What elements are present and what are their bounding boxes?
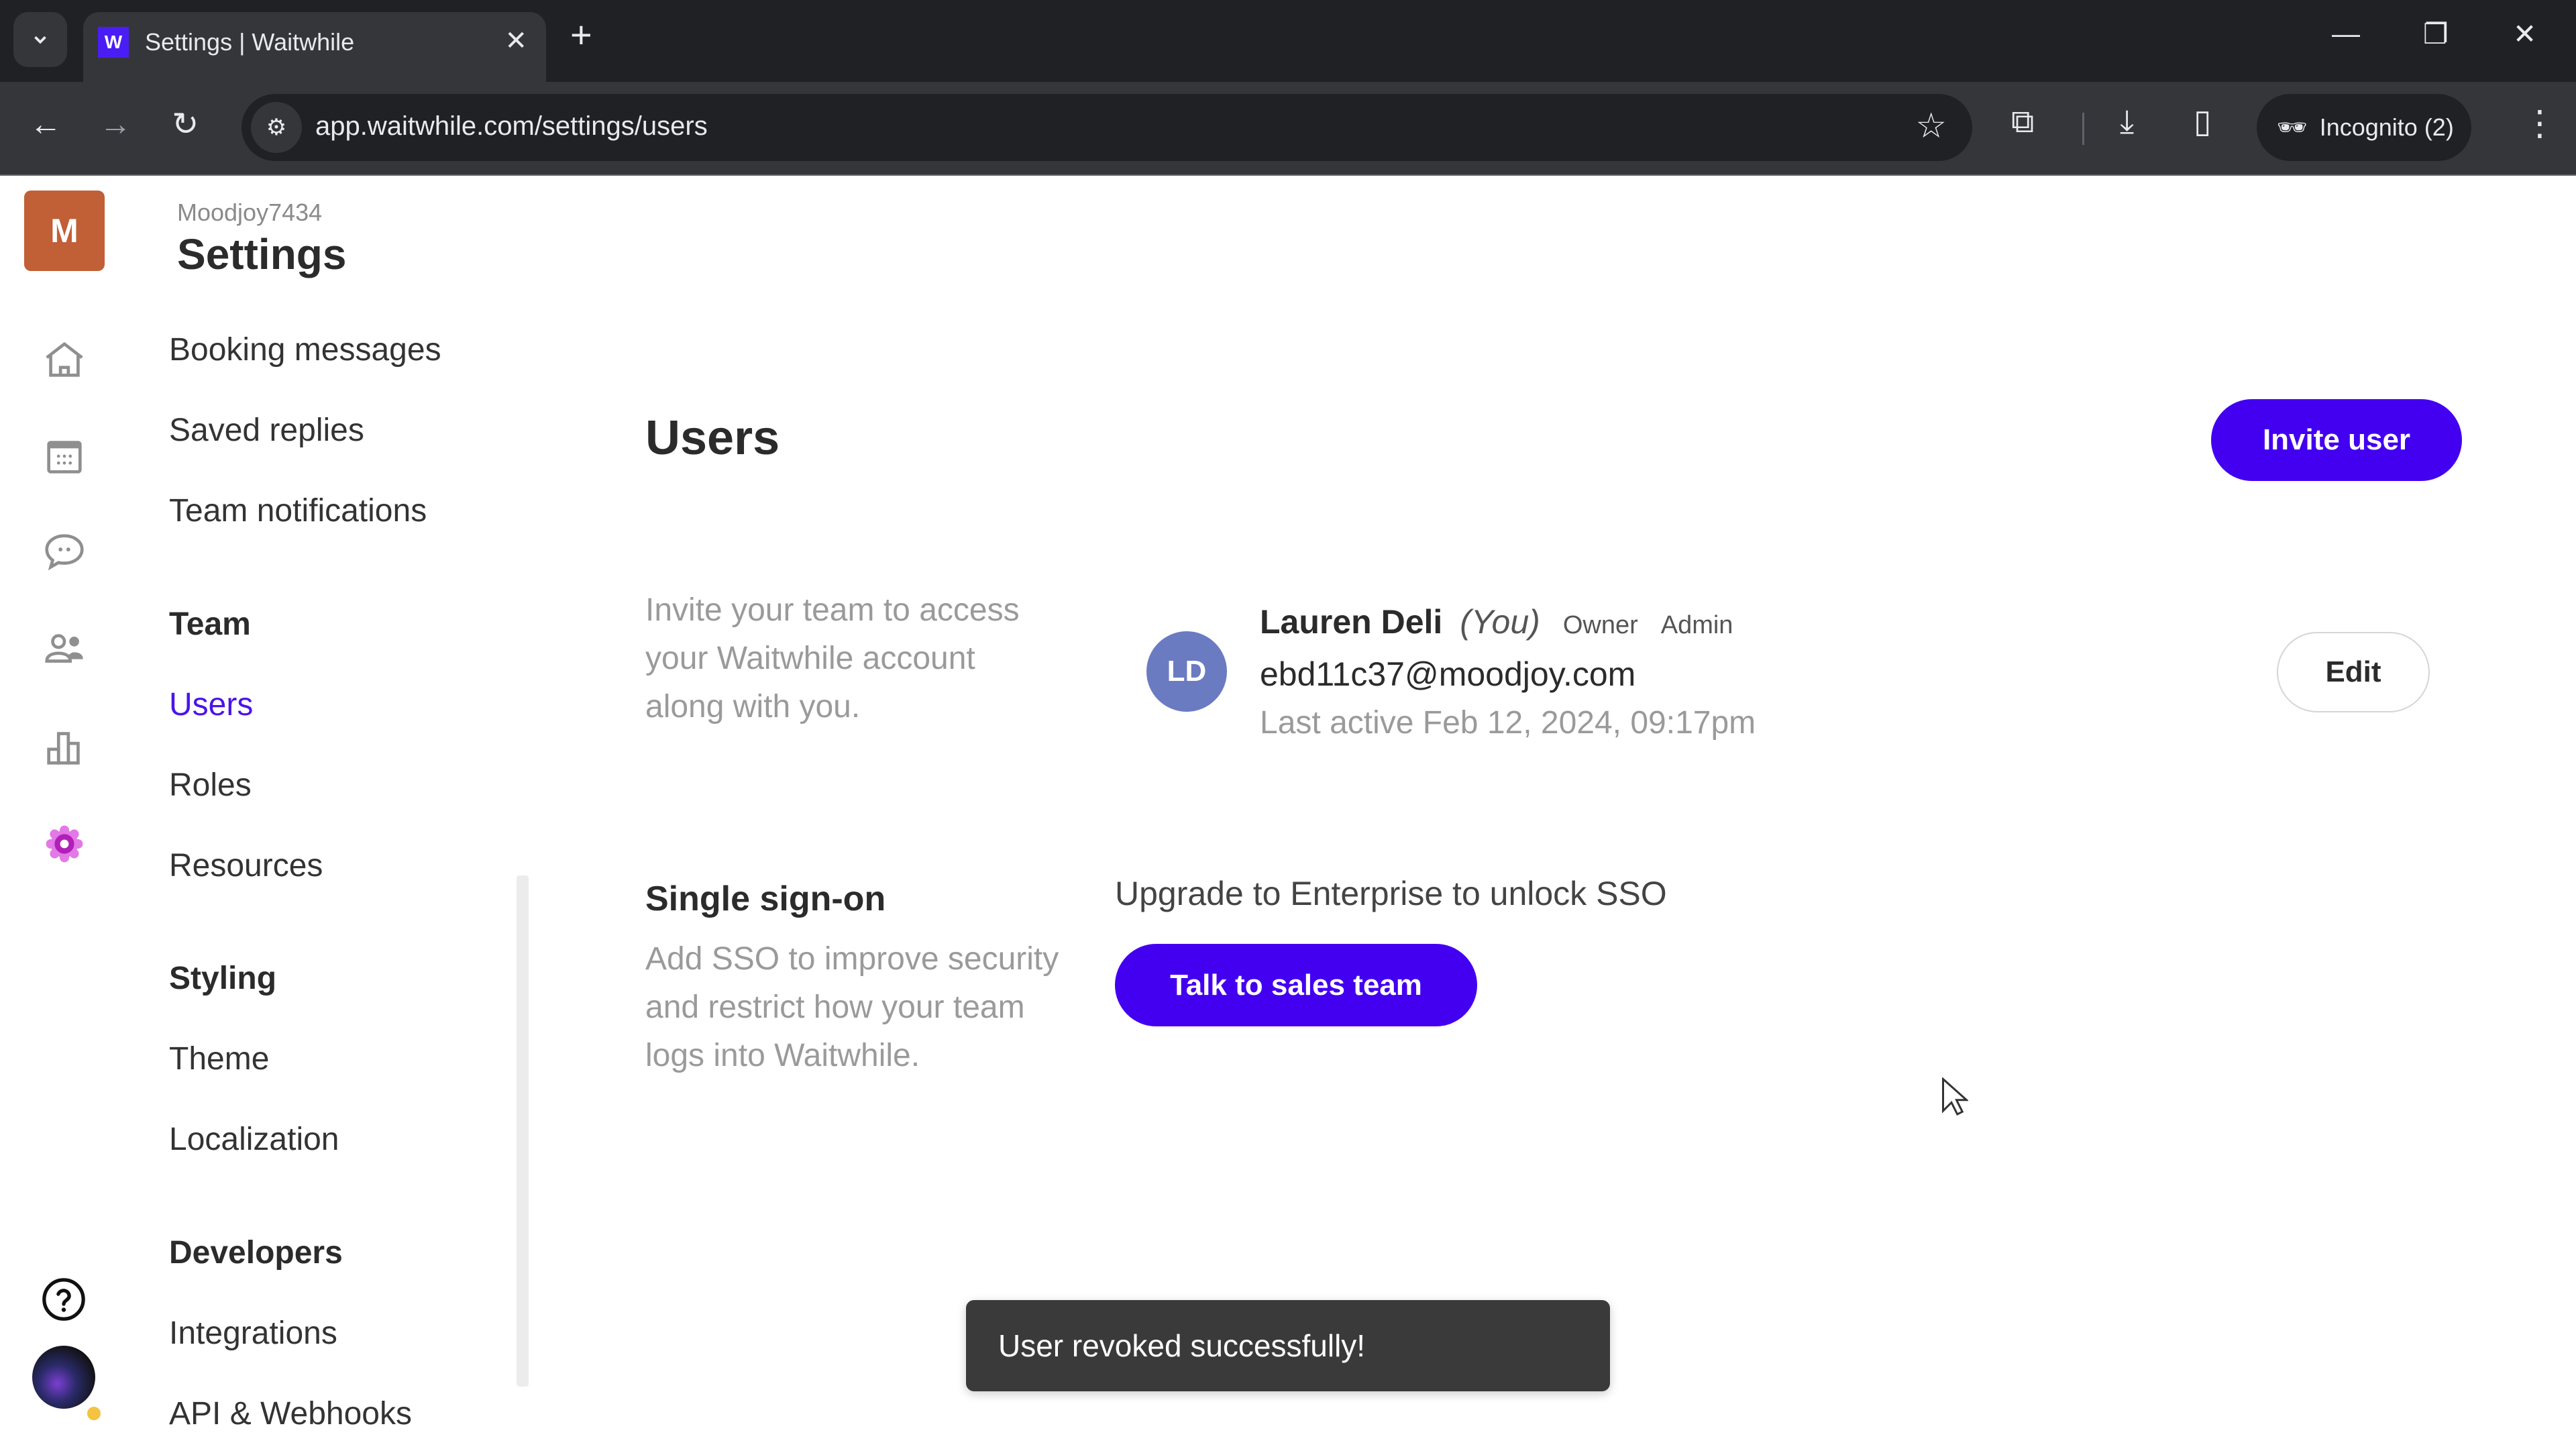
url-text[interactable]: app.waitwhile.com/settings/users [315, 111, 708, 142]
nav-localization[interactable]: Localization [169, 1121, 339, 1158]
extensions-puzzle-icon[interactable]: ⧉ [2011, 106, 2034, 138]
users-icon[interactable] [39, 624, 90, 675]
nav-theme[interactable]: Theme [169, 1040, 269, 1077]
nav-group-team: Team [169, 606, 251, 642]
chat-icon[interactable] [39, 526, 90, 577]
restore-icon[interactable]: ❐ [2423, 17, 2449, 50]
nav-integrations[interactable]: Integrations [169, 1315, 337, 1352]
talk-to-sales-button[interactable]: Talk to sales team [1115, 944, 1477, 1026]
new-tab-plus-icon[interactable]: + [570, 16, 592, 54]
tab-search-button[interactable] [13, 12, 67, 67]
incognito-icon: 🕶 [2277, 113, 2308, 141]
analytics-icon[interactable] [39, 722, 90, 773]
nav-group-developers: Developers [169, 1235, 343, 1271]
nav-booking-messages[interactable]: Booking messages [169, 331, 441, 368]
chevron-down-icon [34, 36, 46, 44]
owner-badge: Owner [1562, 611, 1638, 639]
close-window-icon[interactable]: ✕ [2513, 17, 2536, 50]
forward-arrow-icon[interactable]: → [99, 109, 131, 141]
incognito-indicator[interactable]: 🕶 Incognito (2) [2257, 94, 2471, 161]
nav-api-webhooks[interactable]: API & Webhooks [169, 1395, 412, 1432]
sso-title: Single sign-on [645, 879, 886, 918]
nav-team-notifications[interactable]: Team notifications [169, 492, 427, 529]
tab-title: Settings | Waitwhile [145, 28, 355, 56]
address-bar[interactable]: ⚙ app.waitwhile.com/settings/users ☆ [241, 94, 1972, 161]
page-title: Users [645, 411, 780, 465]
user-name: Lauren Deli [1260, 603, 1443, 641]
toast-message: User revoked successfully! [998, 1328, 1366, 1363]
browser-tab-bar: W Settings | Waitwhile ✕ + — ❐ ✕ [0, 0, 2576, 82]
nav-saved-replies[interactable]: Saved replies [169, 412, 364, 449]
toolbar-divider [2082, 113, 2084, 145]
org-name: Moodjoy7434 [177, 199, 323, 226]
sso-upgrade-text: Upgrade to Enterprise to unlock SSO [1115, 875, 1667, 912]
status-dot [86, 1405, 102, 1421]
close-tab-icon[interactable]: ✕ [504, 25, 527, 56]
edit-user-button[interactable]: Edit [2277, 632, 2430, 712]
bookmark-star-icon[interactable]: ☆ [1915, 106, 1947, 146]
home-icon[interactable] [39, 334, 90, 385]
download-icon[interactable]: ⤓ [2120, 106, 2134, 138]
user-avatar: LD [1146, 631, 1227, 712]
invite-description: Invite your team to access your Waitwhil… [645, 592, 1020, 724]
reload-icon[interactable]: ↻ [172, 109, 199, 141]
waitwhile-favicon-icon: W [98, 27, 129, 58]
user-name-row: Lauren Deli (You) Owner Admin [1260, 602, 1733, 641]
browser-tab-active[interactable]: W Settings | Waitwhile ✕ [83, 12, 546, 82]
toast-notification: User revoked successfully! [966, 1300, 1610, 1391]
calendar-icon[interactable] [39, 431, 90, 482]
user-last-active: Last active Feb 12, 2024, 09:17pm [1260, 705, 1756, 741]
settings-nav-scrollbar[interactable] [517, 875, 529, 1387]
nav-roles[interactable]: Roles [169, 767, 252, 804]
kebab-menu-icon[interactable]: ⋮ [2522, 106, 2557, 141]
app-icon-rail: M [0, 176, 127, 1449]
nav-users[interactable]: Users [169, 686, 253, 723]
sso-description: Add SSO to improve security and restrict… [645, 941, 1059, 1073]
site-info-tune-icon[interactable]: ⚙ [251, 102, 302, 153]
admin-badge: Admin [1660, 611, 1733, 639]
invite-user-button[interactable]: Invite user [2211, 399, 2462, 481]
settings-title: Settings [177, 230, 347, 278]
user-email: ebd11c37@moodjoy.com [1260, 655, 1636, 693]
minimize-icon[interactable]: — [2332, 17, 2360, 50]
help-icon[interactable] [40, 1276, 87, 1323]
profile-avatar[interactable] [32, 1346, 95, 1409]
settings-icon[interactable] [39, 818, 90, 869]
back-arrow-icon[interactable]: ← [30, 109, 62, 141]
settings-header: Moodjoy7434 Settings [177, 199, 346, 279]
nav-group-styling: Styling [169, 961, 277, 996]
nav-resources[interactable]: Resources [169, 847, 323, 884]
org-logo[interactable]: M [24, 191, 105, 271]
incognito-label: Incognito (2) [2319, 113, 2454, 141]
you-label: (You) [1460, 603, 1540, 641]
mouse-cursor-icon [1942, 1077, 1968, 1116]
side-panel-icon[interactable]: ▯ [2194, 106, 2211, 138]
browser-toolbar: ← → ↻ ⚙ app.waitwhile.com/settings/users… [0, 82, 2576, 176]
